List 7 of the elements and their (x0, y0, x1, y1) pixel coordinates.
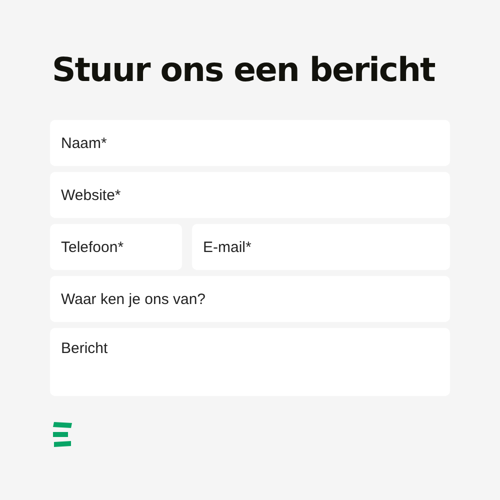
input-field[interactable]: E-mail* (192, 224, 450, 270)
input-field[interactable]: Website* (50, 172, 450, 218)
input-field[interactable]: Waar ken je ons van? (50, 276, 450, 322)
input-field[interactable]: Telefoon* (50, 224, 182, 270)
message-field[interactable]: Bericht (50, 328, 450, 396)
input-field[interactable]: Naam* (50, 120, 450, 166)
logo-icon (53, 422, 73, 448)
